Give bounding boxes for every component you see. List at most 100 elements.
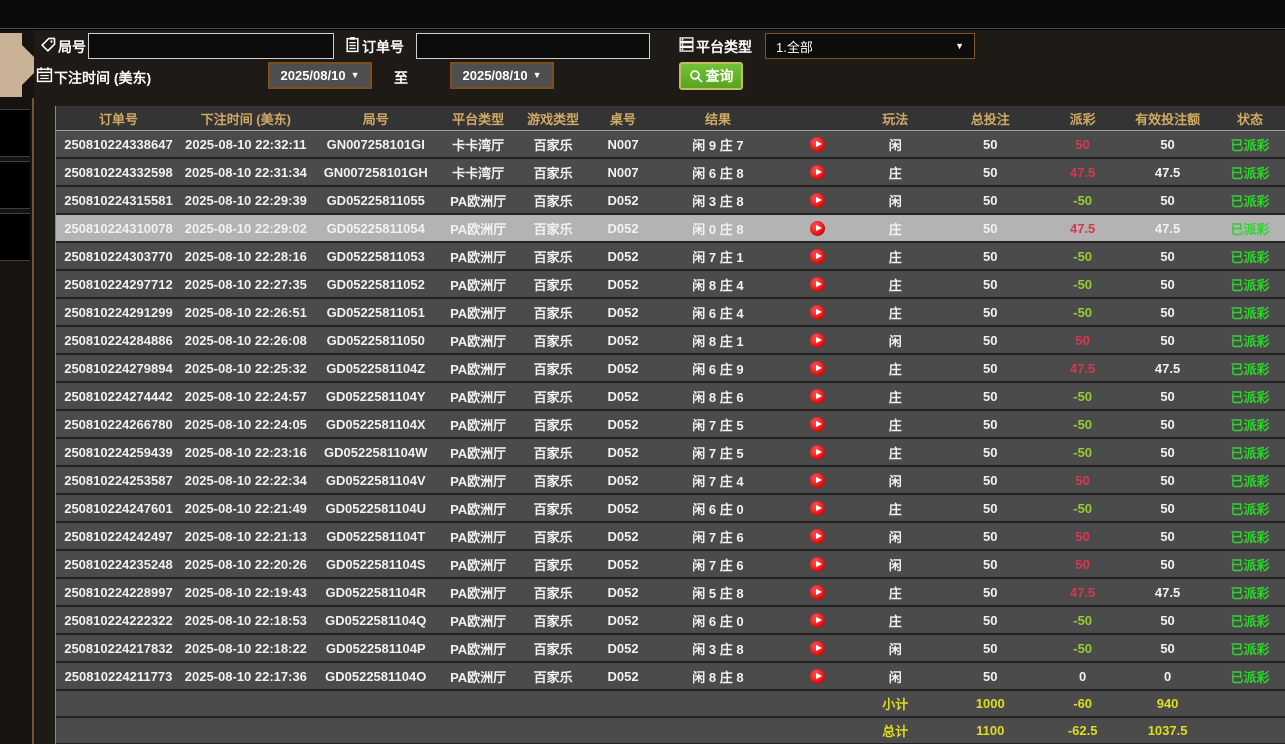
chevron-down-icon: ▼ xyxy=(533,71,542,80)
play-video-icon[interactable] xyxy=(810,165,825,180)
game-type-cell: 百家乐 xyxy=(516,187,591,213)
sidebar-item[interactable] xyxy=(0,161,30,209)
play-video-icon[interactable] xyxy=(810,221,825,236)
status-cell: 已派彩 xyxy=(1215,383,1285,409)
valid-bet-cell: 50 xyxy=(1120,383,1215,409)
play-video-icon[interactable] xyxy=(810,333,825,348)
result-cell: 闲 7 庄 5 xyxy=(656,439,781,465)
platform-cell: PA欧洲厅 xyxy=(441,579,516,605)
total-row-result-cell xyxy=(656,718,781,743)
play-type-cell: 闲 xyxy=(855,635,935,661)
table-row[interactable]: 2508102242535872025-08-10 22:22:34GD0522… xyxy=(56,467,1285,495)
play-video-icon[interactable] xyxy=(810,585,825,600)
table-row[interactable]: 2508102242178322025-08-10 22:18:22GD0522… xyxy=(56,635,1285,663)
sidebar-item[interactable] xyxy=(0,109,30,157)
header-play-type-cell: 玩法 xyxy=(855,106,935,130)
play-video-icon[interactable] xyxy=(810,445,825,460)
table-row[interactable]: 2508102242594392025-08-10 22:23:16GD0522… xyxy=(56,439,1285,467)
table-no-cell: D052 xyxy=(591,355,656,381)
valid-bet-cell: 50 xyxy=(1120,551,1215,577)
round-no-cell: GD05225811053 xyxy=(311,243,441,269)
result-cell: 闲 3 庄 8 xyxy=(656,187,781,213)
table-row[interactable]: 2508102243386472025-08-10 22:32:11GN0072… xyxy=(56,131,1285,159)
play-video-icon[interactable] xyxy=(810,473,825,488)
table-row[interactable]: 2508102242977122025-08-10 22:27:35GD0522… xyxy=(56,271,1285,299)
play-type-cell: 庄 xyxy=(855,215,935,241)
play-video-icon[interactable] xyxy=(810,529,825,544)
table-row[interactable]: 2508102243325982025-08-10 22:31:34GN0072… xyxy=(56,159,1285,187)
valid-bet-cell: 47.5 xyxy=(1120,579,1215,605)
result-cell: 闲 7 庄 1 xyxy=(656,243,781,269)
table-row[interactable]: 2508102242223222025-08-10 22:18:53GD0522… xyxy=(56,607,1285,635)
play-cell xyxy=(780,383,855,409)
valid-bet-cell: 50 xyxy=(1120,327,1215,353)
table-row[interactable]: 2508102242667802025-08-10 22:24:05GD0522… xyxy=(56,411,1285,439)
table-row[interactable]: 2508102242352482025-08-10 22:20:26GD0522… xyxy=(56,551,1285,579)
play-video-icon[interactable] xyxy=(810,669,825,684)
game-type-cell: 百家乐 xyxy=(516,439,591,465)
query-button[interactable]: 查询 xyxy=(679,62,743,90)
total-bet-cell: 50 xyxy=(935,131,1045,157)
subtotal-row-valid-bet-cell: 940 xyxy=(1120,691,1215,716)
play-video-icon[interactable] xyxy=(810,389,825,404)
table-row[interactable]: 2508102242289972025-08-10 22:19:43GD0522… xyxy=(56,579,1285,607)
result-cell: 闲 7 庄 4 xyxy=(656,467,781,493)
round-no-input[interactable] xyxy=(88,33,334,59)
subtotal-row-total-bet-cell: 1000 xyxy=(935,691,1045,716)
table-row[interactable]: 2508102243100782025-08-10 22:29:02GD0522… xyxy=(56,215,1285,243)
status-cell: 已派彩 xyxy=(1215,523,1285,549)
play-cell xyxy=(780,495,855,521)
play-video-icon[interactable] xyxy=(810,557,825,572)
play-video-icon[interactable] xyxy=(810,501,825,516)
status-cell: 已派彩 xyxy=(1215,159,1285,185)
platform-type-label: 平台类型 xyxy=(696,37,752,57)
date-from-select[interactable]: 2025/08/10 ▼ xyxy=(268,62,372,89)
table-row[interactable]: 2508102242912992025-08-10 22:26:51GD0522… xyxy=(56,299,1285,327)
date-to-select[interactable]: 2025/08/10 ▼ xyxy=(450,62,554,89)
round-no-cell: GD0522581104V xyxy=(311,467,441,493)
play-video-icon[interactable] xyxy=(810,641,825,656)
play-type-cell: 庄 xyxy=(855,271,935,297)
platform-type-select[interactable]: 1.全部 ▼ xyxy=(765,33,975,59)
play-video-icon[interactable] xyxy=(810,417,825,432)
platform-cell: PA欧洲厅 xyxy=(441,271,516,297)
table-row[interactable]: 2508102242744422025-08-10 22:24:57GD0522… xyxy=(56,383,1285,411)
status-cell: 已派彩 xyxy=(1215,299,1285,325)
bet-time-cell: 2025-08-10 22:18:22 xyxy=(181,635,311,661)
total-row-play-cell xyxy=(780,718,855,743)
play-video-icon[interactable] xyxy=(810,305,825,320)
play-video-icon[interactable] xyxy=(810,137,825,152)
subtotal-row-result-cell xyxy=(656,691,781,716)
table-row[interactable]: 2508102242848862025-08-10 22:26:08GD0522… xyxy=(56,327,1285,355)
order-no-cell: 250810224297712 xyxy=(56,271,181,297)
table-body: 2508102243386472025-08-10 22:32:11GN0072… xyxy=(56,131,1285,744)
play-type-cell: 闲 xyxy=(855,523,935,549)
play-video-icon[interactable] xyxy=(810,361,825,376)
bet-time-cell: 2025-08-10 22:22:34 xyxy=(181,467,311,493)
order-no-input[interactable] xyxy=(416,33,650,59)
total-row-status-cell xyxy=(1215,718,1285,743)
play-video-icon[interactable] xyxy=(810,249,825,264)
total-row-order-no-cell xyxy=(56,718,181,743)
bet-time-cell: 2025-08-10 22:29:39 xyxy=(181,187,311,213)
play-cell xyxy=(780,607,855,633)
table-row[interactable]: 2508102242798942025-08-10 22:25:32GD0522… xyxy=(56,355,1285,383)
payout-cell: -50 xyxy=(1045,383,1120,409)
subtotal-row: 小计1000-60940 xyxy=(56,691,1285,718)
order-no-cell: 250810224247601 xyxy=(56,495,181,521)
table-row[interactable]: 2508102243155812025-08-10 22:29:39GD0522… xyxy=(56,187,1285,215)
table-row[interactable]: 2508102242117732025-08-10 22:17:36GD0522… xyxy=(56,663,1285,691)
table-row[interactable]: 2508102243037702025-08-10 22:28:16GD0522… xyxy=(56,243,1285,271)
bet-time-cell: 2025-08-10 22:28:16 xyxy=(181,243,311,269)
sidebar-item[interactable] xyxy=(0,213,30,261)
play-video-icon[interactable] xyxy=(810,193,825,208)
play-cell xyxy=(780,411,855,437)
play-video-icon[interactable] xyxy=(810,613,825,628)
table-row[interactable]: 2508102242476012025-08-10 22:21:49GD0522… xyxy=(56,495,1285,523)
play-cell xyxy=(780,523,855,549)
play-video-icon[interactable] xyxy=(810,277,825,292)
game-type-cell: 百家乐 xyxy=(516,663,591,689)
table-row[interactable]: 2508102242424972025-08-10 22:21:13GD0522… xyxy=(56,523,1285,551)
valid-bet-cell: 50 xyxy=(1120,467,1215,493)
game-type-cell: 百家乐 xyxy=(516,523,591,549)
